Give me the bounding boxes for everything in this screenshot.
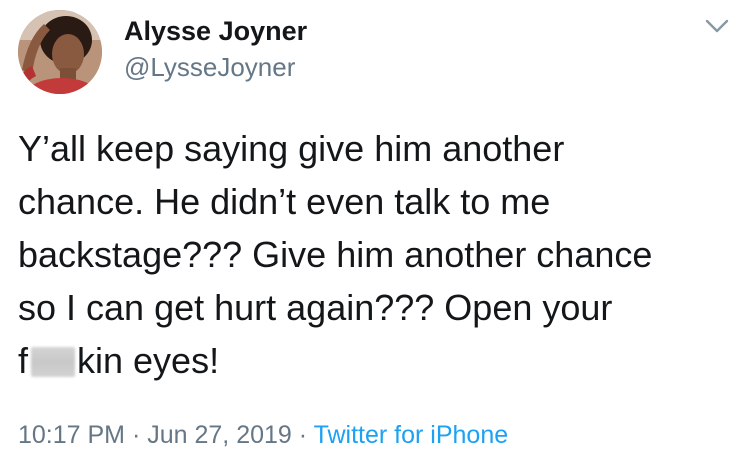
tweet-line: Y’all keep saying give him another [18, 128, 565, 169]
tweet-line-end: kin eyes! [77, 340, 220, 381]
tweet-card: Alysse Joyner @LysseJoyner Y’all keep sa… [0, 0, 750, 471]
chevron-down-icon[interactable] [704, 16, 730, 36]
tweet-line-start: f [18, 340, 29, 381]
tweet-line: backstage??? Give him another chance [18, 234, 653, 275]
meta-separator: · [131, 421, 141, 449]
tweet-text: Y’all keep saying give him another chanc… [18, 122, 734, 387]
avatar-image [18, 10, 102, 94]
author-handle[interactable]: @LysseJoyner [124, 50, 307, 84]
censor-blur [31, 347, 76, 377]
tweet-date[interactable]: Jun 27, 2019 [147, 421, 292, 449]
author-name[interactable]: Alysse Joyner [124, 14, 307, 48]
tweet-source-link[interactable]: Twitter for iPhone [314, 421, 509, 449]
tweet-line: so I can get hurt again??? Open your [18, 287, 613, 328]
avatar[interactable] [18, 10, 102, 94]
tweet-time[interactable]: 10:17 PM [18, 421, 125, 449]
meta-separator: · [298, 421, 308, 449]
tweet-line: chance. He didn’t even talk to me [18, 181, 551, 222]
tweet-line: f kin eyes! [18, 334, 734, 387]
tweet-meta: 10:17 PM · Jun 27, 2019 · Twitter for iP… [18, 418, 508, 452]
author-block[interactable]: Alysse Joyner @LysseJoyner [124, 14, 307, 84]
